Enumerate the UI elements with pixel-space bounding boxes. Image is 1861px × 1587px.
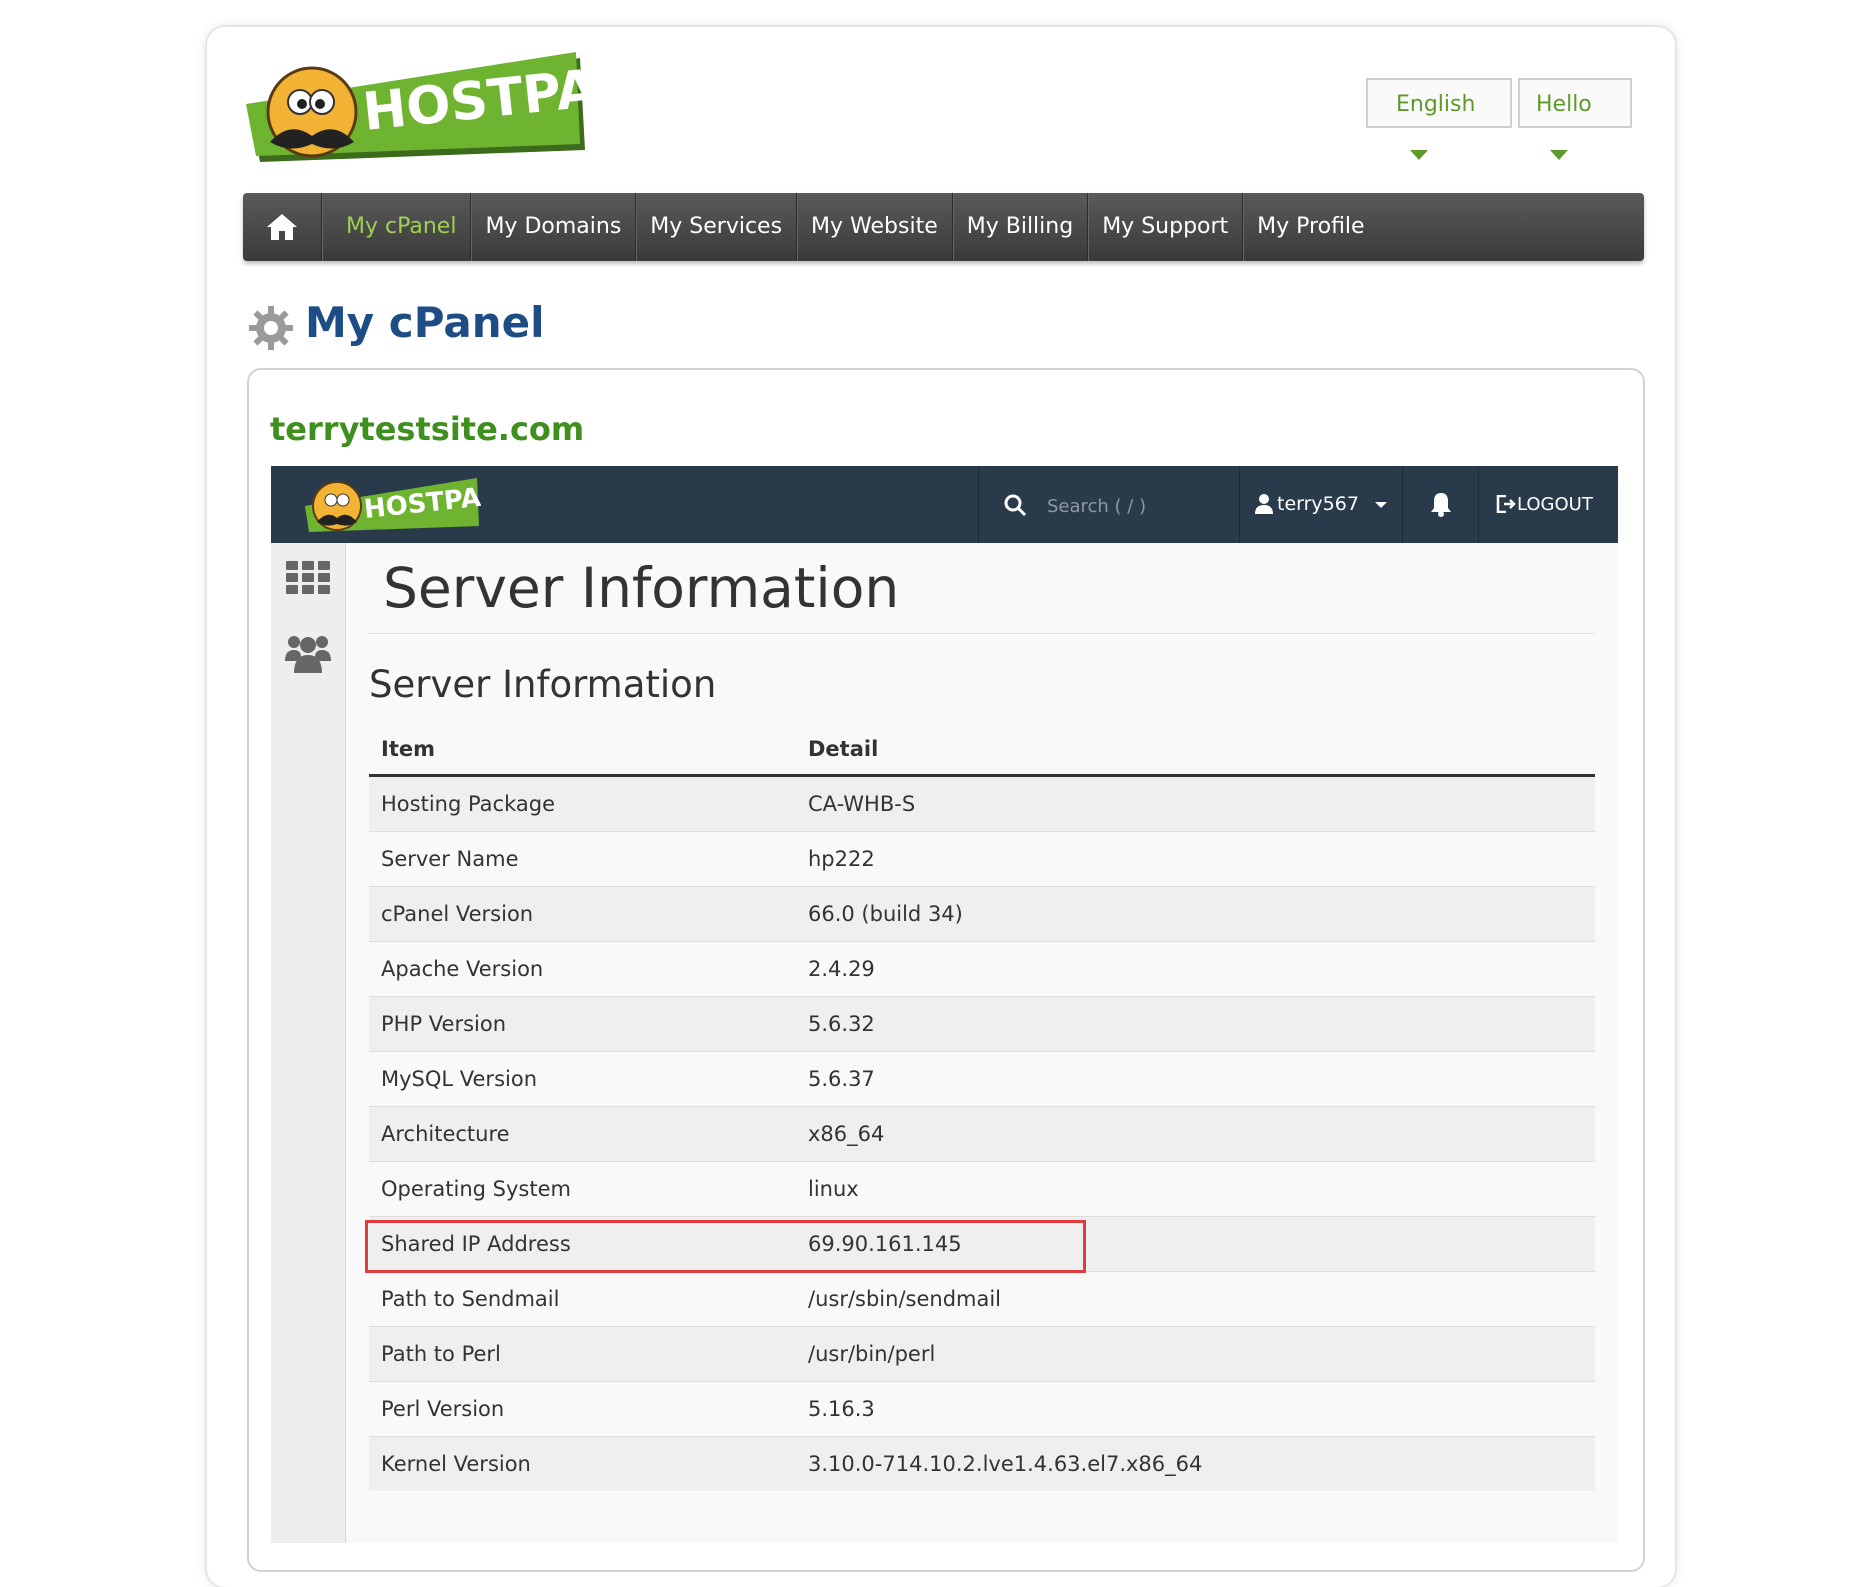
cpanel-sidebar: [271, 543, 346, 1543]
table-row: Architecture x86_64: [369, 1106, 1595, 1162]
row-detail: CA-WHB-S: [796, 775, 1595, 832]
row-item: Perl Version: [369, 1381, 796, 1437]
row-item: Apache Version: [369, 941, 796, 997]
table-row: Hosting Package CA-WHB-S: [369, 775, 1595, 832]
hostpapa-logo[interactable]: HOSTPAPA: [240, 50, 590, 170]
page-title: My cPanel: [305, 298, 545, 347]
cpanel-username: terry567: [1277, 493, 1359, 515]
server-info-table: Item Detail Hosting Package CA-WHB-S Serv…: [369, 723, 1595, 1491]
search-icon[interactable]: [1003, 493, 1027, 517]
row-item: Path to Perl: [369, 1326, 796, 1382]
nav-home[interactable]: [243, 193, 322, 261]
table-row: Apache Version 2.4.29: [369, 941, 1595, 997]
row-item: Server Name: [369, 831, 796, 887]
table-row: Path to Sendmail/usr/sbin/sendmail: [369, 1271, 1595, 1327]
table-row: Perl Version 5.16.3: [369, 1381, 1595, 1437]
nav-my-domains[interactable]: My Domains: [471, 193, 637, 261]
column-header-detail: Detail: [796, 723, 1595, 777]
bell-icon: [1431, 493, 1451, 517]
row-item: Path to Sendmail: [369, 1271, 796, 1327]
table-row: Server Name hp222: [369, 831, 1595, 887]
home-icon: [267, 214, 297, 240]
greeting-label: Hello: [1536, 92, 1592, 117]
server-info-heading: Server Information: [383, 556, 900, 620]
nav-my-support[interactable]: My Support: [1088, 193, 1244, 261]
row-detail: linux: [796, 1161, 1595, 1217]
table-row: MySQL Version 5.6.37: [369, 1051, 1595, 1107]
main-nav: My cPanel My Domains My Services My Webs…: [243, 193, 1644, 261]
row-detail: /usr/sbin/sendmail: [796, 1271, 1595, 1327]
row-item: MySQL Version: [369, 1051, 796, 1107]
row-item: cPanel Version: [369, 886, 796, 942]
row-detail: /usr/bin/perl: [796, 1326, 1595, 1382]
row-detail: 2.4.29: [796, 941, 1595, 997]
table-row: cPanel Version 66.0 (build 34): [369, 886, 1595, 942]
row-item: PHP Version: [369, 996, 796, 1052]
cpanel-hostpapa-logo[interactable]: HOSTPAPA: [301, 470, 481, 538]
row-detail: 3.10.0-714.10.2.lve1.4.63.el7.x86_64: [796, 1436, 1595, 1491]
site-name: terrytestsite.com: [270, 410, 585, 448]
users-icon[interactable]: [285, 633, 331, 673]
cpanel-search-input[interactable]: [1045, 490, 1229, 522]
row-detail: 5.6.32: [796, 996, 1595, 1052]
row-detail: x86_64: [796, 1106, 1595, 1162]
server-info-subheading: Server Information: [369, 663, 717, 706]
logout-label: LOGOUT: [1517, 494, 1593, 515]
language-select[interactable]: English: [1366, 78, 1512, 160]
cpanel-header: HOSTPAPA terry567 LOGOUT: [271, 466, 1618, 543]
row-item: Operating System: [369, 1161, 796, 1217]
nav-my-cpanel[interactable]: My cPanel: [322, 193, 472, 261]
gear-icon: [249, 306, 293, 350]
table-row: Operating System linux: [369, 1161, 1595, 1217]
table-row: Path to Perl/usr/bin/perl: [369, 1326, 1595, 1382]
row-detail: 5.16.3: [796, 1381, 1595, 1437]
caret-down-icon: [1550, 150, 1568, 160]
row-detail: 5.6.37: [796, 1051, 1595, 1107]
row-detail: hp222: [796, 831, 1595, 887]
cpanel-notifications[interactable]: [1403, 466, 1479, 543]
user-greeting-menu[interactable]: Hello: [1518, 78, 1632, 160]
language-label: English: [1396, 92, 1476, 117]
shared-ip-highlight: [365, 1220, 1086, 1273]
user-icon: [1255, 494, 1273, 514]
cpanel-user-menu[interactable]: terry567: [1239, 466, 1403, 543]
nav-my-website[interactable]: My Website: [797, 193, 953, 261]
caret-down-icon: [1375, 502, 1387, 508]
row-detail: 66.0 (build 34): [796, 886, 1595, 942]
nav-my-services[interactable]: My Services: [636, 193, 798, 261]
column-header-item: Item: [369, 723, 796, 777]
row-item: Kernel Version: [369, 1436, 796, 1491]
row-item: Hosting Package: [369, 775, 796, 832]
heading-divider: [369, 633, 1595, 634]
table-row: PHP Version 5.6.32: [369, 996, 1595, 1052]
caret-down-icon: [1410, 150, 1428, 160]
nav-my-billing[interactable]: My Billing: [953, 193, 1089, 261]
row-item: Architecture: [369, 1106, 796, 1162]
nav-my-profile[interactable]: My Profile: [1243, 193, 1378, 261]
table-row: Kernel Version 3.10.0-714.10.2.lve1.4.63.…: [369, 1436, 1595, 1491]
grid-icon[interactable]: [286, 561, 330, 595]
table-header-row: Item Detail: [369, 723, 1595, 777]
cpanel-logout-button[interactable]: LOGOUT: [1479, 466, 1618, 543]
logout-icon: [1496, 495, 1516, 513]
cpanel-search: [978, 466, 1240, 543]
